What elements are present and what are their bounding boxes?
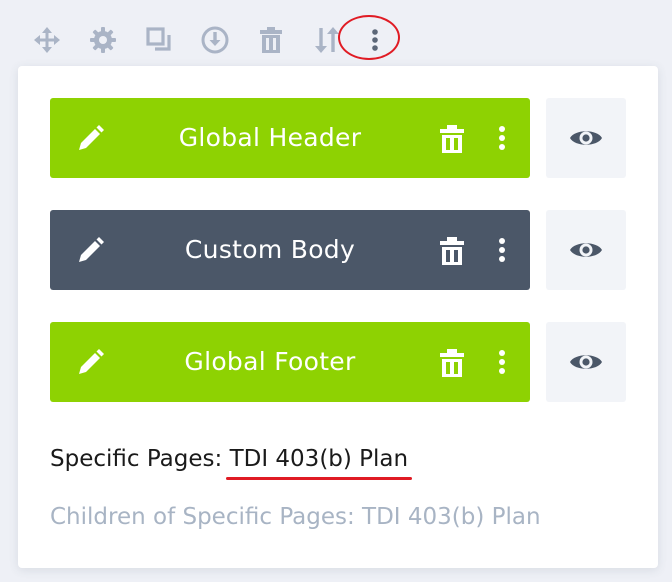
more-options-icon[interactable] [492, 346, 512, 378]
template-row-header: Global Header [50, 98, 626, 178]
template-title: Custom Body [184, 235, 356, 264]
more-options-icon[interactable] [492, 122, 512, 154]
template-bar[interactable]: Custom Body [50, 210, 530, 290]
move-icon[interactable] [30, 20, 64, 60]
eye-icon [570, 131, 602, 145]
trash-icon[interactable] [438, 123, 466, 155]
eye-icon [570, 243, 602, 257]
template-row-body: Custom Body [50, 210, 626, 290]
sort-icon[interactable] [310, 20, 344, 60]
visibility-toggle-button[interactable] [546, 322, 626, 402]
trash-icon[interactable] [254, 20, 288, 60]
edit-pencil-icon[interactable] [74, 123, 106, 155]
gear-icon[interactable] [86, 20, 120, 60]
red-underline-annotation [225, 477, 413, 480]
use-on-assignment: Specific Pages: TDI 403(b) Plan [50, 446, 413, 480]
template-row-footer: Global Footer [50, 322, 626, 402]
template-bar[interactable]: Global Footer [50, 322, 530, 402]
trash-icon[interactable] [438, 347, 466, 379]
trash-icon[interactable] [438, 235, 466, 267]
assignment-value-text: TDI 403(b) Plan [229, 446, 409, 472]
template-toolbar [30, 18, 414, 62]
visibility-toggle-button[interactable] [546, 98, 626, 178]
assignment-label: Specific Pages: [50, 446, 230, 472]
more-options-icon[interactable] [492, 234, 512, 266]
visibility-toggle-button[interactable] [546, 210, 626, 290]
eye-icon [570, 355, 602, 369]
duplicate-icon[interactable] [142, 20, 176, 60]
edit-pencil-icon[interactable] [74, 235, 106, 267]
template-title: Global Header [178, 123, 362, 152]
template-title: Global Footer [184, 347, 356, 376]
theme-builder-card: Global Header Custom Body Global Footer … [18, 66, 658, 568]
download-icon[interactable] [198, 20, 232, 60]
page: Global Header Custom Body Global Footer … [0, 0, 672, 582]
assignment-value: TDI 403(b) Plan [225, 446, 413, 480]
edit-pencil-icon[interactable] [74, 347, 106, 379]
exclude-from-assignment: Children of Specific Pages: TDI 403(b) P… [50, 504, 541, 530]
template-bar[interactable]: Global Header [50, 98, 530, 178]
more-icon[interactable] [358, 20, 392, 60]
